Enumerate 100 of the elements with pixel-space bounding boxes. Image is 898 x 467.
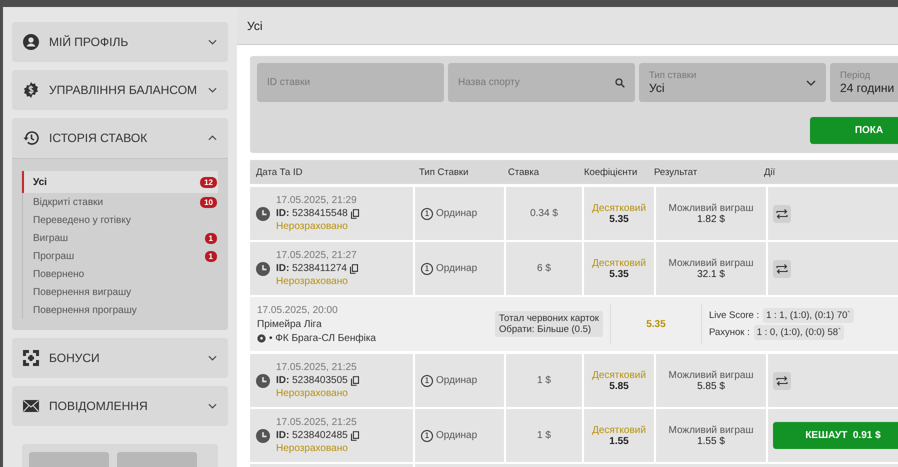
sidebar-section-header[interactable]: БОНУСИ — [12, 338, 228, 378]
event-date: 17.05.2025, 20:00 — [257, 304, 339, 316]
chevron-down-icon — [208, 39, 217, 45]
repeat-icon — [776, 264, 788, 274]
bonus-icon — [23, 350, 39, 366]
section-title: БОНУСИ — [49, 351, 101, 365]
market-pick: Обрати: Більше (0.5) — [499, 324, 592, 335]
league-name: Прімейра Ліга — [257, 318, 323, 330]
bet-id-field[interactable]: ID ставки — [257, 63, 444, 102]
odds-format: Десятковий — [592, 424, 646, 436]
period-dropdown[interactable]: Період 24 години — [830, 63, 898, 102]
repeat-icon — [776, 208, 788, 218]
bet-status: Нерозраховано — [276, 388, 349, 399]
sidebar-section-header[interactable]: ПОВІДОМЛЕННЯ — [12, 386, 228, 426]
bet-status: Нерозраховано — [276, 443, 349, 454]
bet-date: 17.05.2025, 21:27 — [276, 250, 358, 261]
column-header: Ставка — [507, 166, 540, 178]
count-badge: 10 — [200, 196, 217, 208]
count-badge: 12 — [200, 176, 217, 188]
copy-icon[interactable] — [350, 430, 359, 440]
history-icon — [23, 130, 39, 146]
odds-value: 5.35 — [609, 268, 629, 280]
bet-id: ID: 5238411274 — [276, 263, 347, 274]
repeat-icon — [776, 376, 788, 386]
score-label: Live Score : — [708, 310, 760, 321]
sidebar-filter-item[interactable]: Повернення програшу — [23, 301, 218, 319]
selection-count: 1 — [421, 430, 433, 442]
bet-type: Ординар — [436, 375, 478, 386]
market-name: Тотал червоних карток — [499, 313, 599, 324]
stake-amount: 0.34 $ — [530, 208, 558, 219]
sidebar-section-header[interactable]: МІЙ ПРОФІЛЬ — [12, 22, 228, 62]
selection-count: 1 — [421, 208, 433, 220]
odds-value: 5.85 — [609, 380, 629, 392]
column-header: Дії — [763, 166, 776, 178]
sidebar-filter-item[interactable]: Виграш 1 — [23, 229, 218, 247]
chevron-down-icon — [208, 403, 217, 409]
stake-amount: 1 $ — [537, 430, 551, 441]
odds-format: Десятковий — [592, 258, 646, 268]
sidebar-section-header[interactable]: УПРАВЛІННЯ БАЛАНСОМ — [12, 70, 228, 110]
copy-icon[interactable] — [350, 376, 359, 386]
chevron-up-icon — [208, 135, 217, 141]
sidebar-filter-item[interactable]: Повернення виграшу — [23, 283, 218, 301]
search-icon — [615, 78, 625, 88]
user-icon — [23, 34, 39, 50]
column-header: Тип Ставки — [418, 166, 470, 178]
possible-win: 5.85 $ — [697, 380, 725, 392]
sidebar-filter-item[interactable]: Відкриті ставки 10 — [23, 193, 218, 211]
odds-value: 5.35 — [646, 318, 666, 330]
copy-icon[interactable] — [350, 264, 358, 274]
bet-date: 17.05.2025, 21:25 — [276, 362, 358, 373]
sidebar-filter-item[interactable]: Переведено у готівку — [23, 211, 218, 229]
selection-count: 1 — [421, 374, 433, 386]
chevron-down-icon — [208, 355, 217, 361]
column-header: Коефіцієнти — [583, 166, 638, 178]
sport-search-field[interactable]: Назва спорту — [448, 63, 635, 102]
score-label: Рахунок : — [708, 327, 750, 338]
bet-status: Нерозраховано — [276, 276, 349, 287]
soccer-ball-icon — [257, 334, 266, 342]
clock-icon — [256, 206, 270, 220]
section-title: УПРАВЛІННЯ БАЛАНСОМ — [49, 83, 198, 97]
count-badge: 1 — [204, 250, 217, 262]
bet-status: Нерозраховано — [276, 221, 349, 232]
stake-amount: 6 $ — [537, 263, 551, 274]
possible-win: 1.82 $ — [697, 214, 725, 224]
odds-value: 5.35 — [609, 214, 629, 224]
bet-date: 17.05.2025, 21:29 — [276, 195, 358, 206]
odds-format: Десятковий — [592, 370, 646, 380]
repeat-bet-button[interactable] — [773, 260, 791, 278]
score-value: 1 : 0, (1:0), (0:0) 58` — [754, 325, 844, 340]
section-title: ІСТОРІЯ СТАВОК — [49, 131, 148, 145]
result-label: Можливий виграш — [668, 424, 754, 436]
result-label: Можливий виграш — [668, 202, 754, 214]
section-title: МІЙ ПРОФІЛЬ — [49, 35, 130, 49]
show-button[interactable]: ПОКА — [810, 117, 898, 144]
column-header: Дата Та ID — [255, 166, 304, 178]
dollar-gear-icon — [23, 82, 39, 98]
bet-id: ID: 5238402485 — [276, 430, 348, 441]
bet-type: Ординар — [436, 208, 478, 219]
count-badge: 1 — [204, 232, 217, 244]
sidebar-filter-item[interactable]: Усі 12 — [22, 171, 218, 193]
sidebar-filter-item[interactable]: Програш 1 — [23, 247, 218, 265]
bet-date: 17.05.2025, 21:25 — [276, 417, 358, 428]
copy-icon[interactable] — [350, 208, 359, 218]
bet-type: Ординар — [436, 263, 478, 274]
match-name: • ФК Брага-СЛ Бенфіка — [269, 332, 376, 344]
bet-type: Ординар — [436, 430, 478, 441]
repeat-bet-button[interactable] — [773, 204, 791, 222]
clock-icon — [256, 262, 270, 276]
chevron-down-icon — [806, 80, 816, 86]
repeat-bet-button[interactable] — [773, 372, 791, 390]
bet-type-dropdown[interactable]: Тип ставки Усі — [639, 63, 826, 102]
selection-count: 1 — [421, 262, 433, 274]
score-value: 1 : 1, (1:0), (0:1) 70` — [763, 308, 854, 323]
bet-id: ID: 5238415548 — [276, 208, 348, 219]
sidebar-filter-item[interactable]: Повернено — [23, 265, 218, 283]
clock-icon — [256, 374, 270, 388]
result-label: Можливий виграш — [668, 258, 754, 268]
cashout-button[interactable]: КЕШАУТ 0.91 $ — [773, 422, 898, 449]
bet-id: ID: 5238403505 — [276, 375, 348, 386]
column-header: Результат — [653, 166, 698, 178]
